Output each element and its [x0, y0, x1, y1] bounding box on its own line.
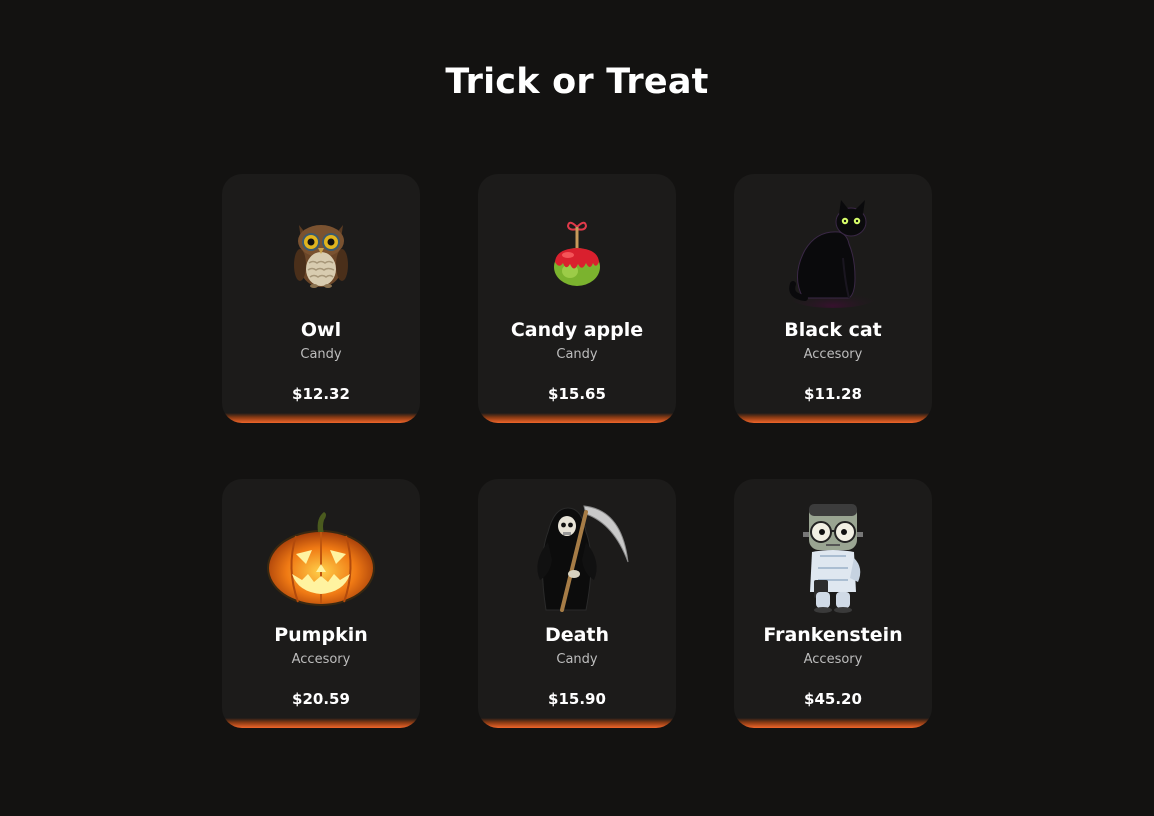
product-grid: Owl Candy $12.32 Candy apple Candy $15.6…: [222, 174, 932, 728]
product-price: $45.20: [804, 690, 862, 708]
product-price: $12.32: [292, 385, 350, 403]
product-category: Accesory: [803, 652, 863, 667]
product-name: Black cat: [784, 319, 882, 341]
frankenstein-icon: [734, 499, 932, 617]
product-name: Death: [544, 624, 610, 646]
product-card-candy-apple[interactable]: Candy apple Candy $15.65: [478, 174, 676, 423]
grim-reaper-icon: [478, 499, 676, 617]
product-price: $11.28: [804, 385, 862, 403]
product-price: $15.65: [548, 385, 606, 403]
product-category: Candy: [300, 347, 342, 362]
product-price: $20.59: [292, 690, 350, 708]
product-category: Accesory: [291, 652, 351, 667]
product-card-black-cat[interactable]: Black cat Accesory $11.28: [734, 174, 932, 423]
product-category: Candy: [556, 652, 598, 667]
product-category: Candy: [556, 347, 598, 362]
product-card-frankenstein[interactable]: Frankenstein Accesory $45.20: [734, 479, 932, 728]
product-name: Frankenstein: [763, 624, 903, 646]
product-category: Accesory: [803, 347, 863, 362]
black-cat-icon: [734, 194, 932, 312]
product-name: Candy apple: [510, 319, 644, 341]
candy-apple-icon: [478, 194, 676, 312]
product-card-owl[interactable]: Owl Candy $12.32: [222, 174, 420, 423]
page-title: Trick or Treat: [445, 62, 709, 102]
owl-icon: [222, 194, 420, 312]
product-price: $15.90: [548, 690, 606, 708]
page: Trick or Treat Owl Candy $12.32 Candy ap…: [0, 0, 1154, 816]
product-name: Pumpkin: [274, 624, 368, 646]
product-card-pumpkin[interactable]: Pumpkin Accesory $20.59: [222, 479, 420, 728]
product-name: Owl: [300, 319, 342, 341]
product-card-death[interactable]: Death Candy $15.90: [478, 479, 676, 728]
pumpkin-icon: [222, 499, 420, 617]
